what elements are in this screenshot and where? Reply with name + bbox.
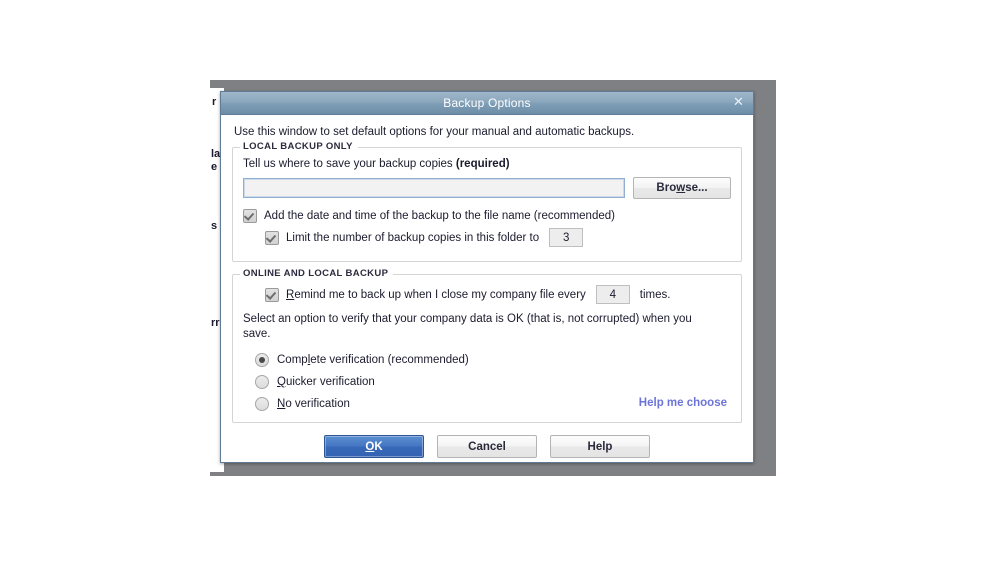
dialog-intro-text: Use this window to set default options f…	[234, 126, 635, 138]
backup-location-input[interactable]	[243, 178, 625, 198]
dialog-title: Backup Options	[443, 96, 531, 110]
remind-backup-frequency-field[interactable]: 4	[595, 285, 630, 304]
radio-quicker-verification[interactable]	[255, 375, 269, 389]
verification-description: Select an option to verify that your com…	[243, 313, 692, 340]
ok-button[interactable]: OK	[324, 435, 424, 458]
radio-label-pre-0: Comp	[277, 354, 308, 366]
radio-row-complete-verification[interactable]: Complete verification (recommended)	[255, 353, 731, 367]
radio-label-post-2: o verification	[285, 398, 350, 410]
browse-label-accel: w	[676, 182, 686, 194]
close-icon[interactable]: ✕	[731, 95, 746, 110]
radio-row-quicker-verification[interactable]: Quicker verification	[255, 375, 731, 389]
backup-options-dialog: Backup Options ✕ Use this window to set …	[220, 91, 754, 463]
help-button[interactable]: Help	[550, 435, 650, 458]
dialog-titlebar[interactable]: Backup Options ✕	[221, 92, 753, 115]
online-local-backup-group-legend: ONLINE AND LOCAL BACKUP	[240, 268, 394, 279]
limit-copies-label: Limit the number of backup copies in thi…	[286, 231, 540, 244]
add-date-time-checkbox[interactable]	[243, 209, 257, 223]
dialog-footer: OK Cancel Help	[232, 435, 742, 458]
remind-backup-label: Remind me to back up when I close my com…	[286, 289, 586, 301]
backup-location-row: Browse...	[243, 177, 731, 199]
remind-backup-checkbox-row[interactable]: Remind me to back up when I close my com…	[265, 285, 731, 304]
remind-backup-label-rest: emind me to back up when I close my comp…	[294, 288, 586, 301]
local-backup-group: LOCAL BACKUP ONLY Tell us where to save …	[232, 141, 742, 262]
browse-button[interactable]: Browse...	[633, 177, 731, 199]
add-date-time-label: Add the date and time of the backup to t…	[264, 210, 615, 222]
backup-location-required-tag: (required)	[455, 158, 510, 170]
browse-label-post: se...	[685, 182, 708, 194]
limit-copies-checkbox[interactable]	[265, 230, 279, 245]
dialog-body: Use this window to set default options f…	[221, 115, 753, 458]
ok-label-rest: K	[374, 440, 383, 453]
ok-label-accel: O	[365, 440, 375, 453]
limit-copies-value-field[interactable]: 3	[549, 228, 584, 247]
backup-location-prompt: Tell us where to save your backup copies…	[243, 158, 731, 170]
cancel-button[interactable]: Cancel	[437, 435, 537, 458]
radio-no-verification[interactable]	[255, 397, 269, 411]
online-local-backup-group: ONLINE AND LOCAL BACKUP Remind me to bac…	[232, 268, 742, 423]
radio-label-post-1: uicker verification	[285, 376, 375, 388]
limit-copies-checkbox-row[interactable]: Limit the number of backup copies in thi…	[265, 228, 731, 247]
radio-complete-verification-label: Complete verification (recommended)	[277, 354, 469, 366]
remind-backup-checkbox[interactable]	[265, 287, 279, 302]
radio-label-accel-1: Q	[277, 376, 286, 388]
add-date-time-checkbox-row[interactable]: Add the date and time of the backup to t…	[243, 209, 731, 223]
backup-location-prompt-text: Tell us where to save your backup copies	[243, 158, 456, 170]
radio-complete-verification[interactable]	[255, 353, 269, 367]
radio-quicker-verification-label: Quicker verification	[277, 376, 375, 388]
browse-label-pre: Bro	[656, 182, 677, 194]
verification-options-group: Complete verification (recommended) Quic…	[243, 353, 731, 411]
radio-label-post-0: ete verification (recommended)	[310, 354, 469, 366]
remind-backup-suffix: times.	[639, 288, 671, 301]
help-me-choose-link[interactable]: Help me choose	[639, 397, 727, 409]
radio-no-verification-label: No verification	[277, 398, 350, 410]
local-backup-group-legend: LOCAL BACKUP ONLY	[240, 141, 358, 152]
